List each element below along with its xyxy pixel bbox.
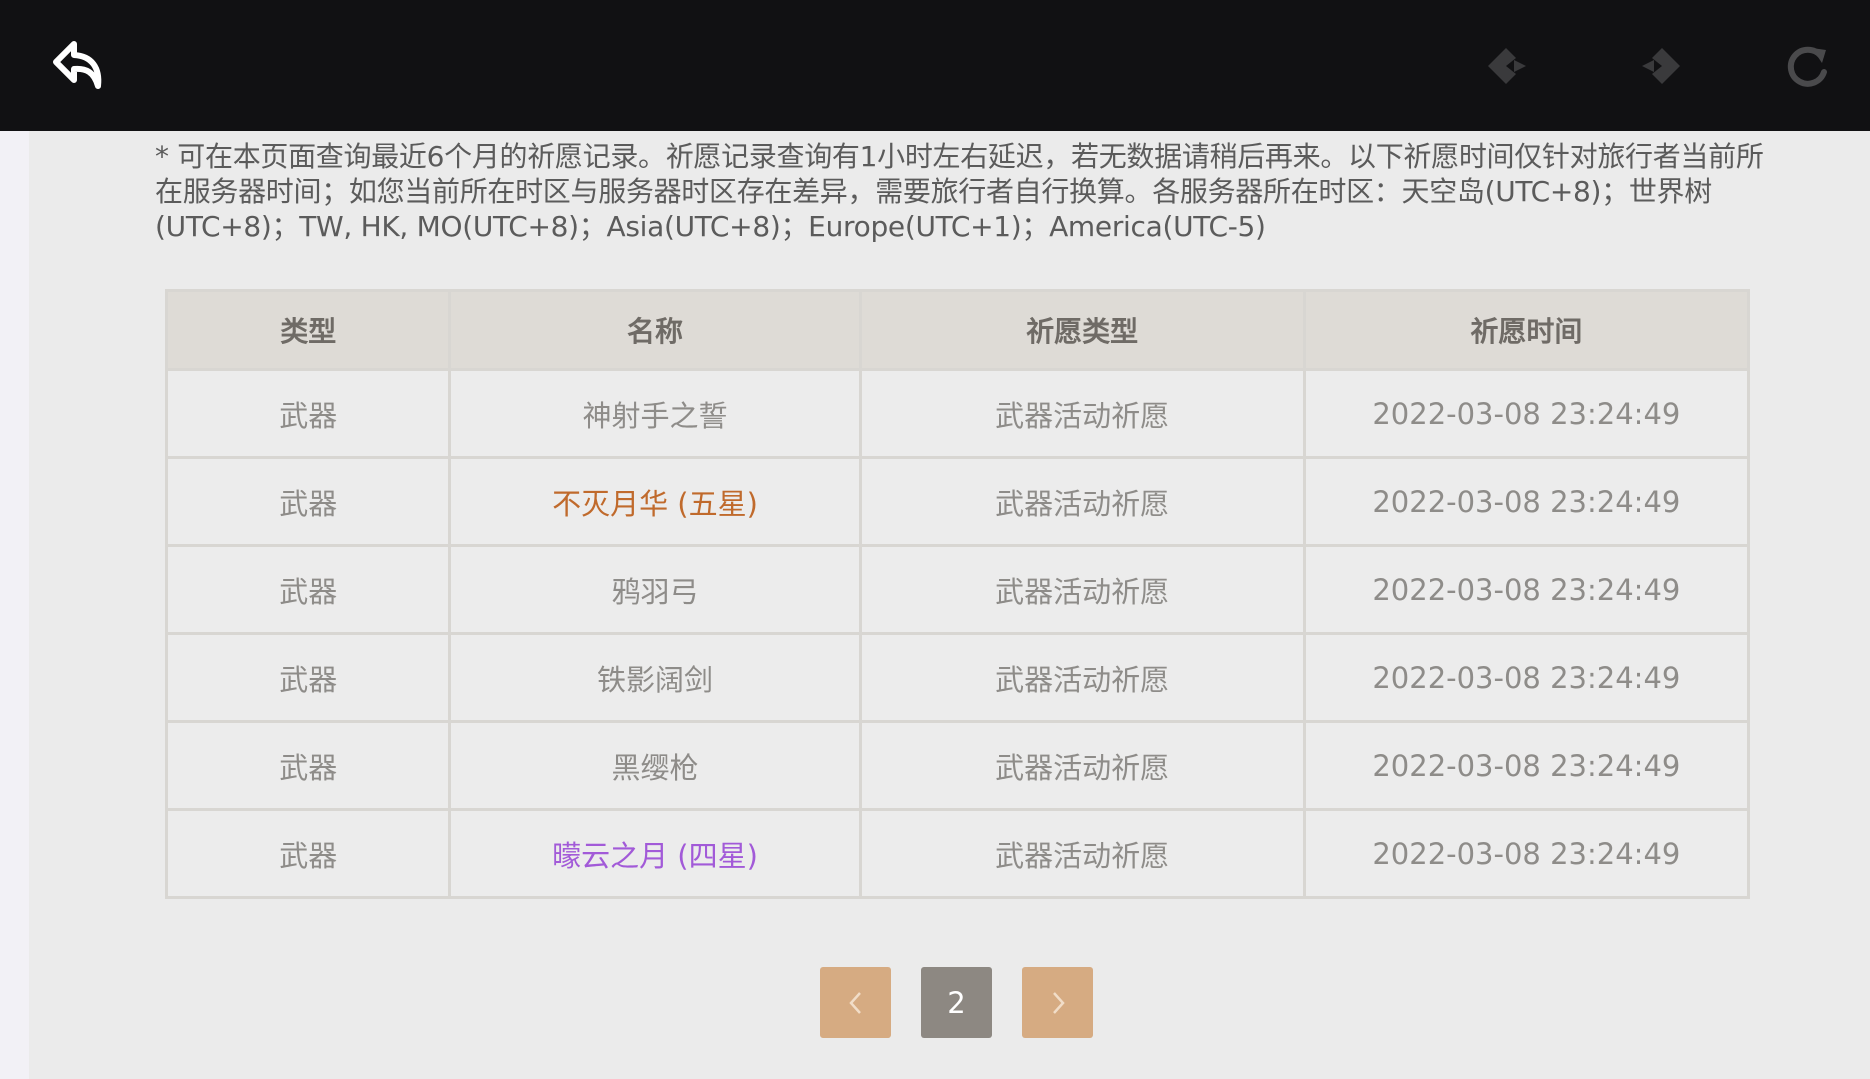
diamond-left-icon[interactable]	[1484, 44, 1534, 88]
cell-wish-type: 武器活动祈愿	[858, 368, 1306, 459]
column-header-type: 类型	[164, 289, 452, 371]
current-page-indicator: 2	[921, 967, 992, 1038]
cell-wish-time: 2022-03-08 23:24:49	[1302, 808, 1751, 899]
back-arrow-icon[interactable]	[50, 38, 110, 94]
cell-name: 鸦羽弓	[448, 544, 862, 635]
cell-name-four-star: 曚云之月 (四星)	[448, 808, 862, 899]
cell-wish-type: 武器活动祈愿	[858, 808, 1306, 899]
table-header-row: 类型 名称 祈愿类型 祈愿时间	[164, 289, 1751, 371]
diamond-right-icon[interactable]	[1634, 44, 1684, 88]
cell-wish-time: 2022-03-08 23:24:49	[1302, 456, 1751, 547]
column-header-wish-type: 祈愿类型	[858, 289, 1306, 371]
cell-wish-time: 2022-03-08 23:24:49	[1302, 720, 1751, 811]
cell-name: 黑缨枪	[448, 720, 862, 811]
cell-wish-time: 2022-03-08 23:24:49	[1302, 632, 1751, 723]
chevron-left-icon	[848, 991, 861, 1014]
table-row: 武器 黑缨枪 武器活动祈愿 2022-03-08 23:24:49	[164, 720, 1751, 811]
cell-type: 武器	[164, 456, 452, 547]
previous-page-button[interactable]	[820, 967, 891, 1038]
table-row: 武器 神射手之誓 武器活动祈愿 2022-03-08 23:24:49	[164, 368, 1751, 459]
top-toolbar	[0, 0, 1870, 131]
cell-name: 神射手之誓	[448, 368, 862, 459]
refresh-icon[interactable]	[1782, 42, 1832, 92]
column-header-name: 名称	[448, 289, 862, 371]
cell-wish-type: 武器活动祈愿	[858, 456, 1306, 547]
wish-history-page: * 可在本页面查询最近6个月的祈愿记录。祈愿记录查询有1小时左右延迟，若无数据请…	[29, 131, 1870, 1079]
cell-wish-type: 武器活动祈愿	[858, 720, 1306, 811]
cell-wish-time: 2022-03-08 23:24:49	[1302, 544, 1751, 635]
cell-type: 武器	[164, 544, 452, 635]
table-row: 武器 铁影阔剑 武器活动祈愿 2022-03-08 23:24:49	[164, 632, 1751, 723]
cell-type: 武器	[164, 808, 452, 899]
chevron-right-icon	[1052, 991, 1065, 1014]
table-row: 武器 曚云之月 (四星) 武器活动祈愿 2022-03-08 23:24:49	[164, 808, 1751, 899]
table-row: 武器 鸦羽弓 武器活动祈愿 2022-03-08 23:24:49	[164, 544, 1751, 635]
cell-wish-type: 武器活动祈愿	[858, 632, 1306, 723]
cell-name: 铁影阔剑	[448, 632, 862, 723]
cell-name-five-star: 不灭月华 (五星)	[448, 456, 862, 547]
cell-wish-time: 2022-03-08 23:24:49	[1302, 368, 1751, 459]
column-header-wish-time: 祈愿时间	[1302, 289, 1751, 371]
table-row: 武器 不灭月华 (五星) 武器活动祈愿 2022-03-08 23:24:49	[164, 456, 1751, 547]
cell-wish-type: 武器活动祈愿	[858, 544, 1306, 635]
cell-type: 武器	[164, 720, 452, 811]
cell-type: 武器	[164, 368, 452, 459]
wish-history-table: 类型 名称 祈愿类型 祈愿时间 武器 神射手之誓 武器活动祈愿 2022-03-…	[164, 289, 1751, 899]
next-page-button[interactable]	[1022, 967, 1093, 1038]
cell-type: 武器	[164, 632, 452, 723]
notice-text: * 可在本页面查询最近6个月的祈愿记录。祈愿记录查询有1小时左右延迟，若无数据请…	[155, 140, 1764, 243]
